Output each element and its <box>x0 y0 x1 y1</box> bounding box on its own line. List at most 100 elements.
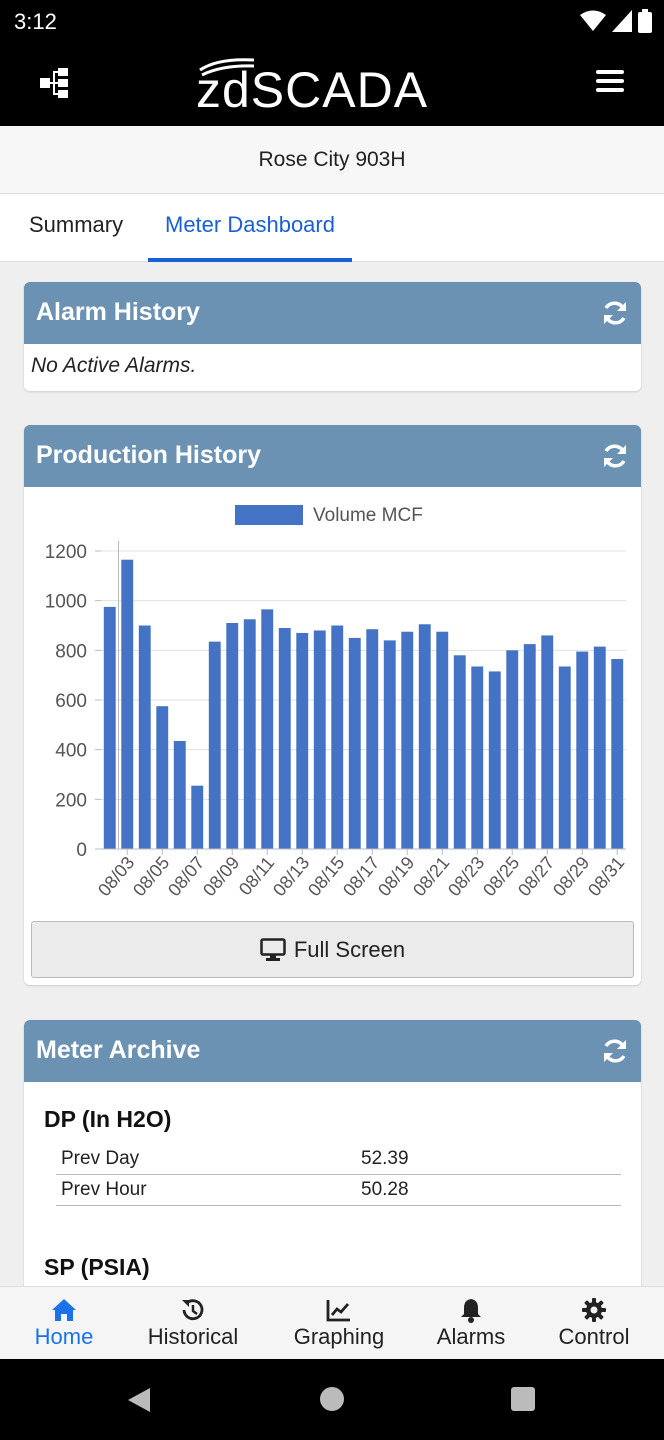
archive-row-label: Prev Hour <box>61 1179 147 1200</box>
alarm-history-title: Alarm History <box>36 298 200 326</box>
x-tick-label: 08/29 <box>549 853 593 900</box>
chart-line-icon <box>326 1300 350 1322</box>
full-screen-label: Full Screen <box>293 936 406 962</box>
hamburger-menu-icon[interactable] <box>596 70 624 92</box>
y-tick-label: 1200 <box>45 542 87 563</box>
chart-bar <box>121 559 134 849</box>
chart-bar <box>611 659 624 849</box>
nav-control[interactable]: Control <box>544 1287 644 1360</box>
x-tick-label: 08/21 <box>409 853 453 900</box>
bell-icon <box>461 1299 481 1323</box>
chart-bar <box>243 619 256 849</box>
x-tick-label: 08/11 <box>235 853 278 899</box>
archive-row-value: 50.28 <box>361 1179 409 1200</box>
refresh-icon[interactable] <box>601 1037 629 1065</box>
nav-alarms[interactable]: Alarms <box>421 1287 521 1360</box>
history-icon <box>182 1299 204 1321</box>
archive-group-title: SP (PSIA) <box>44 1254 150 1280</box>
signal-icon <box>612 10 632 32</box>
full-screen-button[interactable]: Full Screen <box>31 921 634 978</box>
chart-bar <box>226 623 239 849</box>
chart-bar <box>191 785 204 849</box>
app-header: zdSCADA <box>0 42 664 126</box>
nav-label: Control <box>558 1324 630 1349</box>
x-tick-label: 08/15 <box>304 853 348 900</box>
nav-historical[interactable]: Historical <box>133 1287 253 1360</box>
content-area[interactable]: Alarm History No Active Alarms. Producti… <box>0 262 664 1286</box>
x-tick-label: 08/09 <box>199 853 243 900</box>
production-history-title: Production History <box>36 441 262 469</box>
y-tick-label: 600 <box>55 691 87 712</box>
chart-bar <box>558 666 571 849</box>
chart-bar <box>471 666 484 849</box>
status-icons <box>580 8 652 34</box>
archive-row: Prev Hour 50.28 <box>56 1175 621 1206</box>
chart-bar <box>401 631 414 849</box>
tab-bar: Summary Meter Dashboard <box>0 194 664 262</box>
alarm-history-card: Alarm History No Active Alarms. <box>24 282 641 391</box>
chart-bar <box>436 631 449 849</box>
meter-archive-card: Meter Archive DP (In H2O) Prev Day 52.39… <box>24 1020 641 1286</box>
nav-label: Graphing <box>293 1324 385 1349</box>
y-tick-label: 200 <box>55 790 87 811</box>
recents-icon[interactable] <box>510 1386 536 1412</box>
y-tick-label: 1000 <box>45 592 87 613</box>
legend-label: Volume MCF <box>313 505 423 526</box>
chart-bar <box>488 671 501 849</box>
nav-label: Home <box>34 1324 94 1349</box>
legend-swatch <box>235 505 303 525</box>
system-nav-bar <box>0 1359 664 1440</box>
x-tick-label: 08/07 <box>164 853 208 900</box>
chart-bar <box>313 630 326 849</box>
chart-bar <box>331 625 344 849</box>
chart-bar <box>383 640 396 849</box>
x-tick-label: 08/05 <box>129 853 173 900</box>
chart-bar <box>418 624 431 849</box>
chart-bar <box>138 625 151 849</box>
chart-bar <box>173 740 186 849</box>
x-tick-label: 08/23 <box>444 853 488 900</box>
archive-group-title: DP (In H2O) <box>44 1106 172 1132</box>
alarm-message: No Active Alarms. <box>31 354 197 377</box>
site-title-bar: Rose City 903H <box>0 126 664 194</box>
archive-row-value: 52.39 <box>361 1148 409 1169</box>
status-time: 3:12 <box>14 9 57 34</box>
meter-archive-header: Meter Archive <box>24 1020 641 1082</box>
nav-graphing[interactable]: Graphing <box>279 1287 399 1360</box>
home-circle-icon[interactable] <box>319 1386 345 1412</box>
production-chart[interactable]: Volume MCF02004006008001000120008/0308/0… <box>24 487 641 917</box>
back-icon[interactable] <box>126 1386 152 1414</box>
chart-bar <box>103 606 116 849</box>
chart-bar <box>506 650 519 849</box>
production-history-card: Production History Volume MCF 0 200 400 600 8… <box>24 425 641 985</box>
alarm-history-header: Alarm History <box>24 282 641 344</box>
chart-bar <box>348 637 361 849</box>
app-logo: zdSCADA <box>196 56 472 116</box>
nav-label: Alarms <box>436 1324 506 1349</box>
y-tick-label: 0 <box>76 840 87 861</box>
battery-icon <box>638 9 652 33</box>
tab-meter-dashboard[interactable]: Meter Dashboard <box>148 194 352 262</box>
refresh-icon[interactable] <box>601 299 629 327</box>
chart-bar <box>156 706 169 849</box>
sitemap-icon[interactable] <box>38 66 72 100</box>
gear-icon <box>582 1298 606 1322</box>
archive-row-label: Prev Day <box>61 1148 140 1169</box>
chart-bar <box>523 644 536 849</box>
monitor-icon <box>260 937 286 961</box>
x-tick-label: 08/31 <box>584 853 628 900</box>
chart-bar <box>541 635 554 849</box>
status-bar: 3:12 <box>0 0 664 42</box>
wifi-icon <box>580 10 606 31</box>
bottom-nav: Home Historical Graphing Alarms Control <box>0 1286 664 1359</box>
refresh-icon[interactable] <box>601 442 629 470</box>
chart-bar <box>453 655 466 849</box>
chart-bar <box>208 641 221 849</box>
chart-bar <box>278 627 291 849</box>
x-tick-label: 08/25 <box>479 853 523 900</box>
x-tick-label: 08/17 <box>339 853 383 900</box>
chart-bar <box>261 609 274 849</box>
tab-summary[interactable]: Summary <box>29 194 123 262</box>
y-tick-label: 800 <box>55 641 87 662</box>
nav-home[interactable]: Home <box>14 1287 114 1360</box>
